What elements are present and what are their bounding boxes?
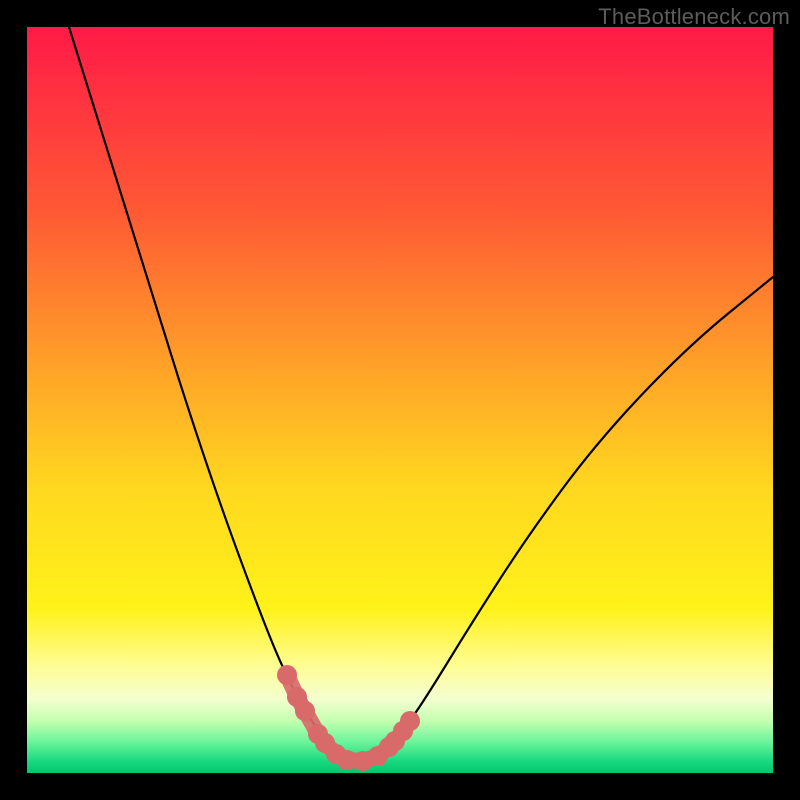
bottleneck-curve [69,27,773,760]
curve-layer [27,27,773,773]
highlight-segment [277,665,420,771]
watermark-text: TheBottleneck.com [598,4,790,30]
chart-frame [27,27,773,773]
